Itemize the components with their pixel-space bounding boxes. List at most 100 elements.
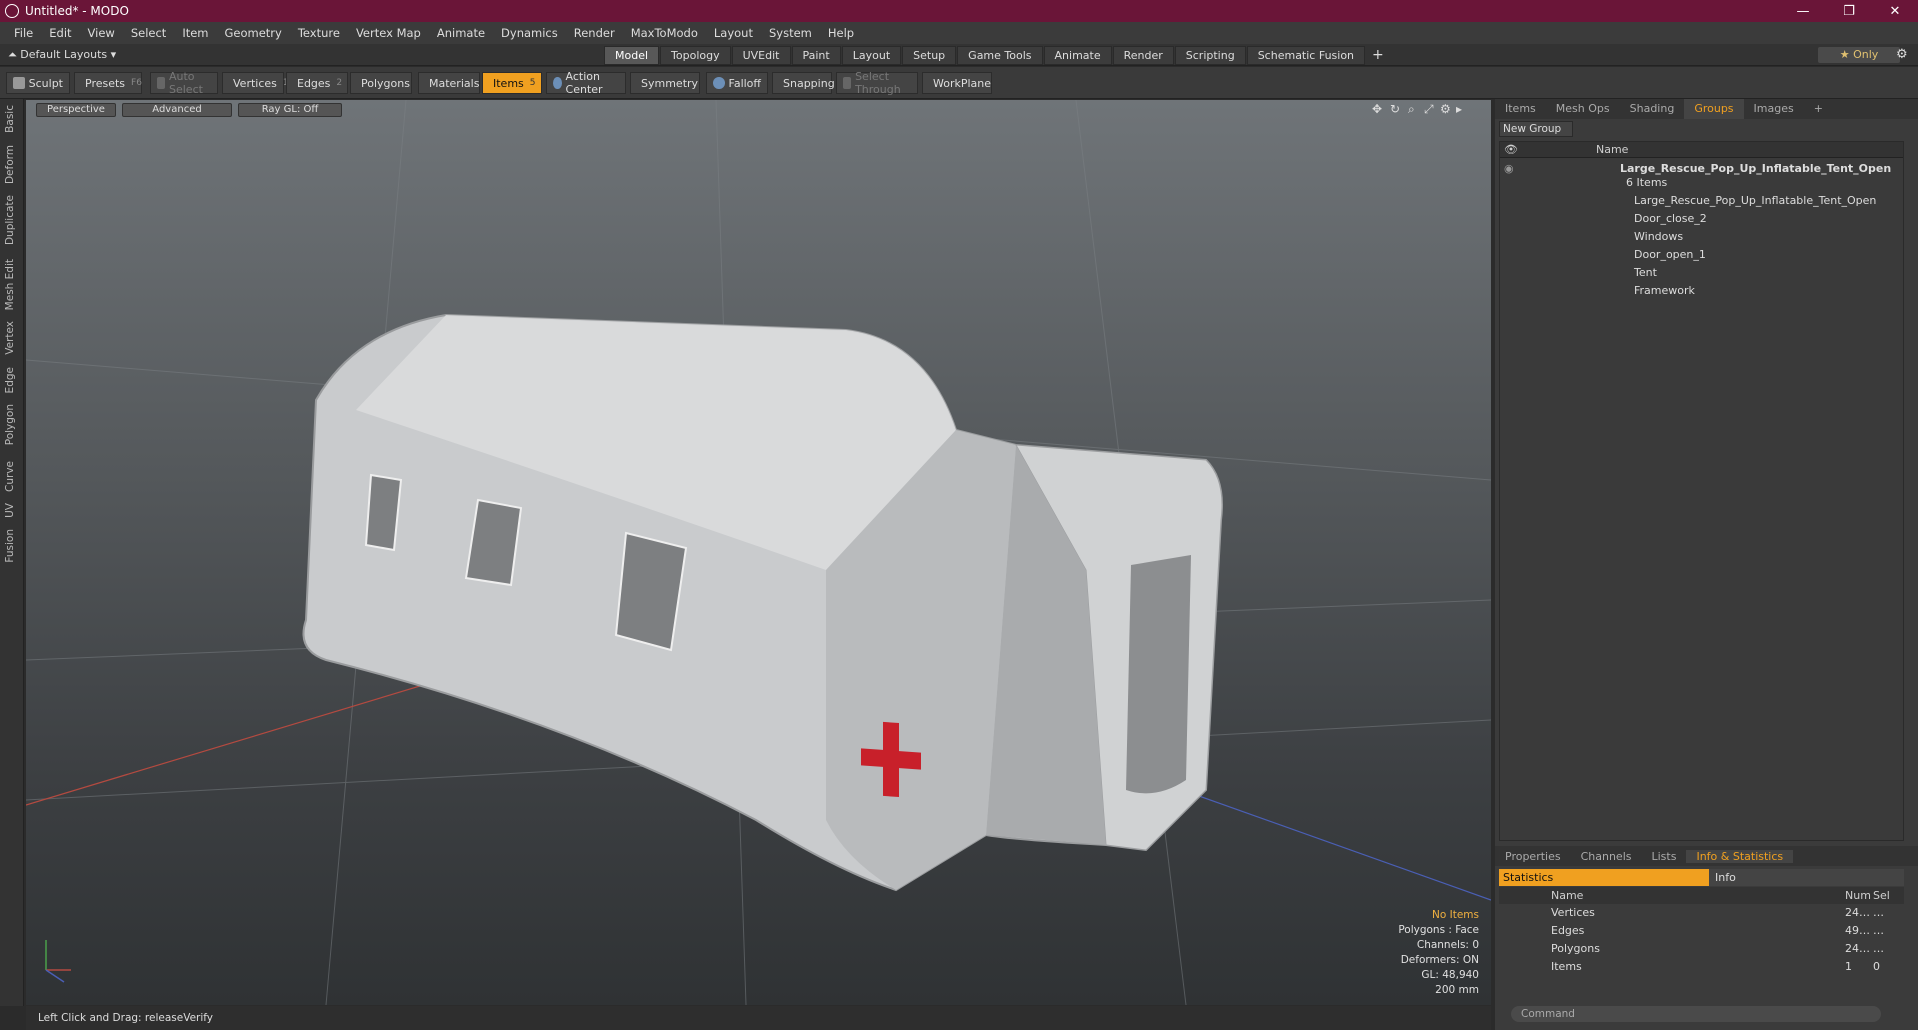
tab-items[interactable]: Items [1495, 99, 1546, 119]
list-item[interactable]: Door_close_2 [1500, 210, 1903, 228]
pan-icon[interactable]: ✥ [1372, 102, 1382, 116]
tab-model[interactable]: Model [604, 46, 660, 65]
viewport-expand-icon[interactable]: ▸ [1456, 102, 1462, 116]
tab-info-statistics[interactable]: Info & Statistics [1686, 849, 1794, 863]
tab-topology[interactable]: Topology [660, 46, 731, 65]
menu-select[interactable]: Select [123, 26, 174, 40]
snapping-button[interactable]: Snapping [772, 72, 835, 94]
left-tab-duplicate[interactable]: Duplicate [4, 195, 16, 245]
list-item[interactable]: Framework [1500, 282, 1903, 300]
tab-images[interactable]: Images [1744, 99, 1804, 119]
advanced-button[interactable]: Advanced [122, 103, 232, 117]
tab-shading[interactable]: Shading [1620, 99, 1685, 119]
table-row[interactable]: Items 1 0 [1499, 958, 1904, 976]
left-tab-polygon[interactable]: Polygon [4, 404, 16, 445]
command-input[interactable]: Command [1511, 1006, 1881, 1022]
materials-button[interactable]: Materials [418, 72, 480, 94]
tab-groups[interactable]: Groups [1684, 99, 1744, 119]
name-column-header[interactable]: Name [1596, 143, 1628, 156]
stat-name-header[interactable]: Name [1551, 889, 1583, 902]
menu-render[interactable]: Render [566, 26, 623, 40]
falloff-button[interactable]: Falloff [706, 72, 768, 94]
tab-animate[interactable]: Animate [1043, 46, 1112, 65]
menu-vertex-map[interactable]: Vertex Map [348, 26, 429, 40]
maximize-icon[interactable]: ⤢ [1424, 102, 1434, 117]
list-item[interactable]: Large_Rescue_Pop_Up_Inflatable_Tent_Open [1500, 192, 1903, 210]
list-item[interactable]: Windows [1500, 228, 1903, 246]
menu-dynamics[interactable]: Dynamics [493, 26, 566, 40]
presets-button[interactable]: Presets F6 [74, 72, 142, 94]
select-through-button[interactable]: Select Through [836, 70, 918, 96]
tab-schematic-fusion[interactable]: Schematic Fusion [1246, 46, 1366, 65]
workplane-button[interactable]: WorkPlane [922, 72, 992, 94]
tab-layout[interactable]: Layout [841, 46, 902, 65]
3d-viewport[interactable]: Perspective Advanced Ray GL: Off ✥ ↻ ⌕ ⤢… [26, 100, 1491, 1005]
new-group-button[interactable]: New Group [1499, 121, 1573, 137]
tab-mesh-ops[interactable]: Mesh Ops [1546, 99, 1620, 119]
add-panel-tab-icon[interactable]: + [1804, 99, 1833, 119]
auto-select-button[interactable]: Auto Select [150, 70, 218, 96]
raygl-button[interactable]: Ray GL: Off [238, 103, 342, 117]
menu-layout[interactable]: Layout [706, 26, 761, 40]
tab-game-tools[interactable]: Game Tools [957, 46, 1043, 65]
edges-button[interactable]: Edges 2 [286, 72, 348, 94]
menu-system[interactable]: System [761, 26, 820, 40]
visibility-column-icon: 👁 [1504, 143, 1518, 156]
tab-lists[interactable]: Lists [1642, 850, 1687, 863]
layout-dropdown[interactable]: ⏶ Default Layouts ▾ [8, 48, 116, 62]
menu-view[interactable]: View [80, 26, 123, 40]
tab-render[interactable]: Render [1112, 46, 1174, 65]
polygons-button[interactable]: Polygons [350, 72, 412, 94]
menu-edit[interactable]: Edit [41, 26, 79, 40]
gear-icon[interactable]: ⚙ [1896, 47, 1908, 62]
perspective-button[interactable]: Perspective [36, 103, 116, 117]
sculpt-button[interactable]: Sculpt [6, 72, 70, 94]
symmetry-button[interactable]: Symmetry [630, 72, 700, 94]
tab-setup[interactable]: Setup [902, 46, 957, 65]
close-icon[interactable]: ✕ [1872, 0, 1918, 22]
restore-icon[interactable]: ❐ [1826, 0, 1872, 22]
rotate-icon[interactable]: ↻ [1390, 102, 1400, 116]
stat-sel-header[interactable]: Sel [1873, 889, 1890, 902]
menu-item[interactable]: Item [174, 26, 216, 40]
info-tab[interactable]: Info [1709, 869, 1904, 886]
left-tab-curve[interactable]: Curve [4, 461, 16, 492]
left-tab-vertex[interactable]: Vertex [4, 321, 16, 355]
tab-channels[interactable]: Channels [1571, 850, 1642, 863]
menu-animate[interactable]: Animate [429, 26, 493, 40]
left-tab-deform[interactable]: Deform [4, 145, 16, 184]
left-tab-edge[interactable]: Edge [4, 367, 16, 393]
left-tab-uv[interactable]: UV [4, 503, 16, 518]
statistics-tab[interactable]: Statistics [1499, 869, 1709, 886]
menu-help[interactable]: Help [820, 26, 862, 40]
viewport-settings-icon[interactable]: ⚙ [1440, 102, 1451, 116]
left-tab-mesh-edit[interactable]: Mesh Edit [4, 259, 16, 310]
select-through-icon [843, 77, 852, 89]
table-row[interactable]: Polygons 24…… [1499, 940, 1904, 958]
stat-num-header[interactable]: Num [1845, 889, 1871, 902]
stat-num: 49… [1845, 924, 1870, 937]
left-tab-basic[interactable]: Basic [4, 105, 16, 133]
menu-file[interactable]: File [6, 26, 41, 40]
tab-scripting[interactable]: Scripting [1174, 46, 1246, 65]
menu-maxtomodo[interactable]: MaxToModo [623, 26, 706, 40]
only-button[interactable]: ★ Only [1818, 47, 1900, 63]
list-item[interactable]: Tent [1500, 264, 1903, 282]
zoom-icon[interactable]: ⌕ [1408, 102, 1415, 117]
add-tab-icon[interactable]: + [1366, 46, 1390, 65]
action-center-button[interactable]: Action Center [546, 70, 626, 96]
tab-properties[interactable]: Properties [1495, 850, 1571, 863]
items-button[interactable]: Items 5 [482, 72, 542, 94]
tab-uvedit[interactable]: UVEdit [731, 46, 791, 65]
table-row[interactable]: Vertices 24…… [1499, 904, 1904, 922]
menu-texture[interactable]: Texture [290, 26, 348, 40]
minimize-icon[interactable]: — [1780, 0, 1826, 22]
list-item[interactable]: Door_open_1 [1500, 246, 1903, 264]
channels-count: Channels: 0 [1416, 939, 1479, 951]
tab-paint[interactable]: Paint [791, 46, 841, 65]
menu-geometry[interactable]: Geometry [217, 26, 290, 40]
vertices-button[interactable]: Vertices1 [222, 72, 289, 94]
left-tab-fusion[interactable]: Fusion [4, 529, 16, 563]
stat-name: Edges [1551, 924, 1585, 937]
table-row[interactable]: Edges 49…… [1499, 922, 1904, 940]
